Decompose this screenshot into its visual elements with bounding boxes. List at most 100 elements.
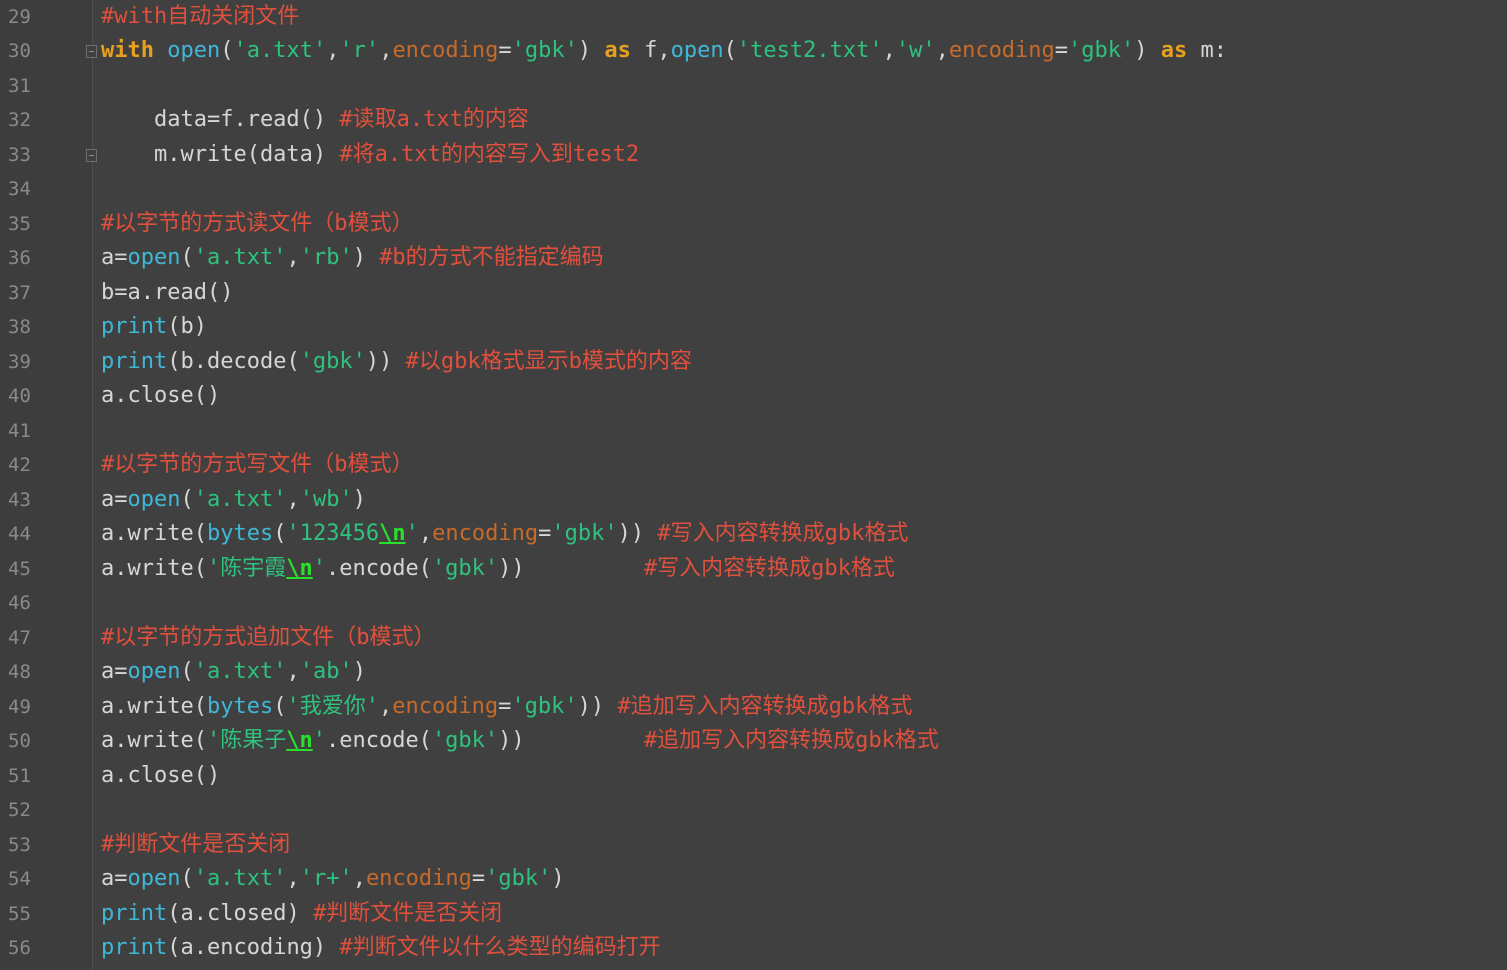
- code-line[interactable]: 51 a.close(): [0, 759, 1507, 794]
- code-token: #判断文件是否关闭: [312, 900, 503, 926]
- code-token: )): [617, 521, 658, 546]
- line-number: 35: [8, 212, 31, 235]
- code-token: ': [405, 521, 419, 546]
- code-line[interactable]: 33 m.write(data) #将a.txt的内容写入到test2: [0, 138, 1507, 173]
- code-line[interactable]: 48 a=open('a.txt','ab'): [0, 655, 1507, 690]
- code-token: 'gbk': [299, 348, 366, 374]
- code-line[interactable]: 46: [0, 586, 1507, 621]
- code-token: ): [577, 38, 605, 63]
- code-token: a.write(: [101, 693, 207, 719]
- code-text: data=f.read() #读取a.txt的内容: [101, 103, 529, 138]
- code-line[interactable]: 29 #with自动关闭文件: [0, 0, 1507, 34]
- code-line[interactable]: 34: [0, 172, 1507, 207]
- code-token: #写入内容转换成gbk格式: [657, 521, 909, 546]
- code-token: 'a.txt': [193, 245, 287, 270]
- code-token: ,: [286, 866, 300, 891]
- code-line[interactable]: 43 a=open('a.txt','wb'): [0, 483, 1507, 518]
- code-token: open: [127, 866, 181, 891]
- code-line[interactable]: 32 data=f.read() #读取a.txt的内容: [0, 103, 1507, 138]
- code-token: \n: [379, 521, 406, 546]
- code-text: #以字节的方式读文件（b模式）: [101, 207, 414, 242]
- code-token: )): [365, 348, 406, 374]
- code-token: data=f.read(): [101, 107, 340, 132]
- code-token: =: [538, 521, 552, 546]
- code-token: #with自动关闭文件: [101, 3, 300, 29]
- code-line[interactable]: 36 a=open('a.txt','rb') #b的方式不能指定编码: [0, 241, 1507, 276]
- line-number: 40: [8, 385, 31, 407]
- code-token: a=: [101, 245, 128, 270]
- code-token: b=a.read(): [101, 279, 234, 305]
- code-token: ': [312, 555, 326, 581]
- code-text: print(a.encoding) #判断文件以什么类型的编码打开: [101, 931, 661, 966]
- code-token: 'gbk': [511, 38, 578, 63]
- line-number: 33: [8, 143, 31, 166]
- code-line[interactable]: 56 print(a.encoding) #判断文件以什么类型的编码打开: [0, 931, 1507, 966]
- code-line[interactable]: 37 b=a.read(): [0, 276, 1507, 311]
- code-line[interactable]: 45 a.write('陈宇霞\n'.encode('gbk')) #写入内容转换…: [0, 552, 1507, 587]
- code-line[interactable]: 44 a.write(bytes('123456\n',encoding='gbk…: [0, 517, 1507, 552]
- code-line[interactable]: 31: [0, 69, 1507, 104]
- code-token: ,: [286, 245, 300, 270]
- code-token: m:: [1187, 38, 1228, 63]
- code-token: a=: [101, 659, 128, 684]
- code-token: =: [471, 866, 486, 891]
- code-token: ,: [935, 38, 949, 63]
- code-line[interactable]: 35 #以字节的方式读文件（b模式）: [0, 207, 1507, 242]
- code-line[interactable]: 49 a.write(bytes('我爱你',encoding='gbk')) #…: [0, 690, 1507, 725]
- code-token: #判断文件是否关闭: [101, 831, 291, 857]
- code-text: a.write(bytes('我爱你',encoding='gbk')) #追加…: [101, 690, 912, 725]
- code-line[interactable]: 39 print(b.decode('gbk')) #以gbk格式显示b模式的内容: [0, 345, 1507, 380]
- code-token: a.write(: [101, 728, 207, 753]
- fold-marker-icon[interactable]: [86, 45, 97, 58]
- code-line[interactable]: 52: [0, 793, 1507, 828]
- code-token: 'a.txt': [193, 866, 287, 891]
- code-line[interactable]: 40 a.close(): [0, 379, 1507, 414]
- code-token: #以字节的方式读文件（b模式）: [101, 210, 414, 236]
- code-token: a.write(: [101, 521, 207, 546]
- code-text: m.write(data) #将a.txt的内容写入到test2: [101, 138, 639, 173]
- code-token: 'gbk': [431, 555, 499, 581]
- code-token: #读取a.txt的内容: [339, 107, 529, 132]
- code-token: bytes: [206, 693, 274, 719]
- code-text: #with自动关闭文件: [101, 0, 299, 34]
- code-token: f,: [630, 38, 671, 63]
- code-token: (: [273, 693, 287, 719]
- code-token: ,: [286, 659, 300, 684]
- line-number: 51: [8, 764, 31, 787]
- code-text: #以字节的方式写文件（b模式）: [101, 448, 414, 483]
- code-line[interactable]: 47 #以字节的方式追加文件（b模式）: [0, 621, 1507, 656]
- code-editor[interactable]: 29 #with自动关闭文件 30 with open('a.txt','r',enc…: [0, 0, 1507, 970]
- code-text: print(b.decode('gbk')) #以gbk格式显示b模式的内容: [101, 345, 692, 380]
- code-token: (: [273, 521, 287, 546]
- line-number: 55: [8, 902, 31, 925]
- code-line[interactable]: 54 a=open('a.txt','r+',encoding='gbk'): [0, 862, 1507, 897]
- code-line[interactable]: 50 a.write('陈果子\n'.encode('gbk')) #追加写入内容…: [0, 724, 1507, 759]
- code-line[interactable]: 42 #以字节的方式写文件（b模式）: [0, 448, 1507, 483]
- line-number: 38: [8, 316, 31, 338]
- code-token: '陈果子: [206, 728, 287, 753]
- code-token: #追加写入内容转换成gbk格式: [617, 693, 913, 719]
- code-line[interactable]: 38 print(b): [0, 310, 1507, 345]
- fold-marker-icon[interactable]: [86, 148, 97, 162]
- code-line[interactable]: 53 #判断文件是否关闭: [0, 828, 1507, 863]
- code-token: .encode(: [325, 728, 432, 753]
- line-number: 52: [8, 799, 31, 821]
- code-text: #判断文件是否关闭: [101, 828, 290, 863]
- code-token: print: [101, 935, 168, 960]
- code-token: 'wb': [299, 486, 353, 512]
- code-line[interactable]: 55 print(a.closed) #判断文件是否关闭: [0, 897, 1507, 932]
- code-token: 'a.txt': [193, 659, 287, 684]
- code-token: )): [498, 555, 644, 581]
- code-line[interactable]: 41: [0, 414, 1507, 449]
- code-token: #b的方式不能指定编码: [379, 245, 604, 270]
- line-number: 45: [8, 557, 31, 580]
- code-token: open: [167, 38, 221, 63]
- line-number: 43: [8, 488, 31, 511]
- code-text: a.write('陈宇霞\n'.encode('gbk')) #写入内容转换成g…: [101, 552, 895, 587]
- code-token: 'w': [895, 38, 936, 63]
- code-token: encoding: [392, 693, 499, 719]
- code-token: encoding: [392, 38, 499, 63]
- code-token: ': [312, 728, 326, 753]
- code-line[interactable]: 30 with open('a.txt','r',encoding='gbk') …: [0, 34, 1507, 69]
- code-token: 'gbk': [511, 693, 578, 719]
